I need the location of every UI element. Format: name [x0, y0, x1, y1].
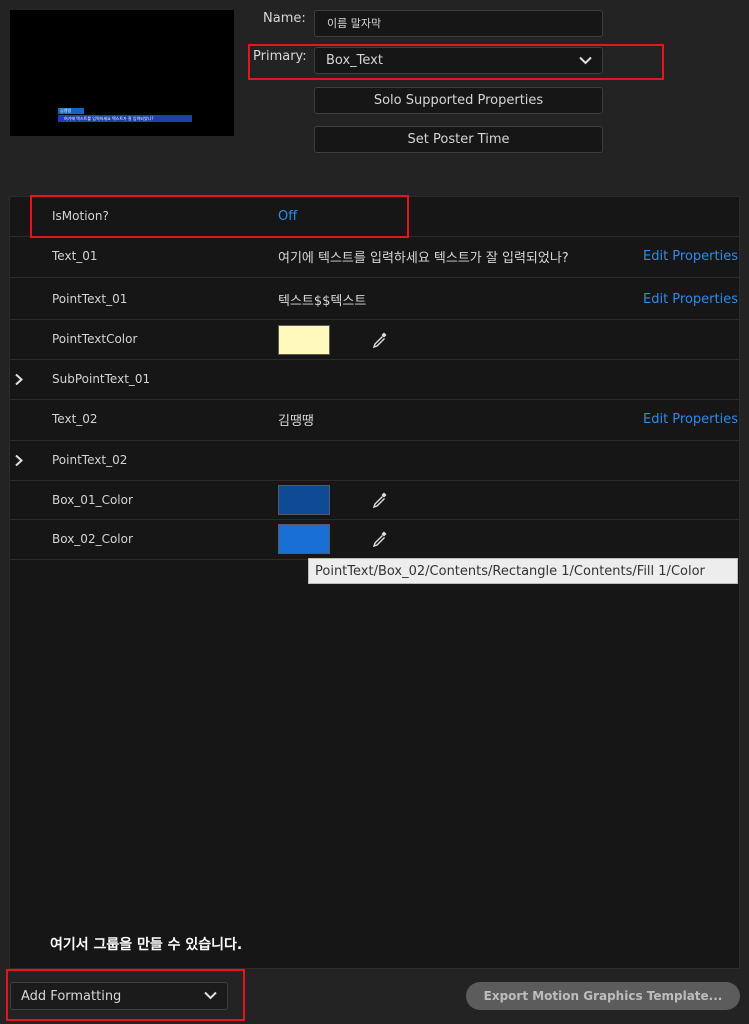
caption-preview: 김땡땡 여기에 텍스트를 입력하세요 텍스트가 잘 입력되었나? [58, 108, 192, 124]
ismotion-toggle[interactable]: Off [278, 209, 297, 224]
property-row-box-01-color: Box_01_Color [10, 481, 739, 520]
set-poster-time-button[interactable]: Set Poster Time [314, 126, 603, 153]
property-row-pointtextcolor: PointTextColor [10, 320, 739, 360]
text-02-edit-properties-link[interactable]: Edit Properties [643, 412, 738, 427]
eyedropper-icon[interactable] [372, 331, 388, 349]
property-row-pointtext-02: PointText_02 [10, 441, 739, 481]
property-row-text-01: Text_01 여기에 텍스트를 입력하세요 텍스트가 잘 입력되었나? Edi… [10, 237, 739, 278]
property-name: PointText_01 [52, 292, 128, 306]
pointtextcolor-swatch[interactable] [278, 325, 330, 355]
primary-dropdown[interactable]: Box_Text [314, 47, 603, 74]
property-row-subpointtext-01: SubPointText_01 [10, 360, 739, 400]
pointtext-01-value[interactable]: 텍스트$$텍스트 [278, 290, 366, 309]
eyedropper-icon[interactable] [372, 491, 388, 509]
text-01-edit-properties-link[interactable]: Edit Properties [643, 249, 738, 264]
property-row-ismotion: IsMotion? Off [10, 197, 739, 237]
property-name: SubPointText_01 [52, 372, 151, 386]
property-name: PointTextColor [52, 332, 138, 346]
chevron-down-icon [579, 56, 592, 65]
primary-dropdown-value: Box_Text [326, 53, 383, 68]
primary-label: Primary: [253, 49, 307, 64]
tooltip: PointText/Box_02/Contents/Rectangle 1/Co… [308, 558, 738, 584]
property-name: PointText_02 [52, 453, 128, 467]
pointtext-01-edit-properties-link[interactable]: Edit Properties [643, 292, 738, 307]
property-name: Box_01_Color [52, 493, 133, 507]
template-preview-thumbnail: 김땡땡 여기에 텍스트를 입력하세요 텍스트가 잘 입력되었나? [10, 10, 234, 136]
solo-supported-properties-button[interactable]: Solo Supported Properties [314, 87, 603, 114]
chevron-down-icon [204, 991, 217, 1000]
eyedropper-icon[interactable] [372, 530, 388, 548]
property-row-text-02: Text_02 김땡땡 Edit Properties [10, 400, 739, 441]
export-motion-graphics-template-button[interactable]: Export Motion Graphics Template... [466, 982, 740, 1010]
group-hint-text: 여기서 그룹을 만들 수 있습니다. [50, 937, 243, 953]
box-01-color-swatch[interactable] [278, 485, 330, 515]
text-02-value[interactable]: 김땡땡 [278, 410, 314, 429]
property-name: Text_01 [52, 249, 98, 263]
box-02-color-swatch[interactable] [278, 524, 330, 554]
text-01-value[interactable]: 여기에 텍스트를 입력하세요 텍스트가 잘 입력되었나? [278, 247, 569, 266]
name-label: Name: [263, 11, 306, 26]
caption-tag-preview: 김땡땡 [58, 108, 84, 114]
chevron-right-icon[interactable] [14, 373, 24, 386]
property-row-pointtext-01: PointText_01 텍스트$$텍스트 Edit Properties [10, 278, 739, 320]
add-formatting-label: Add Formatting [21, 989, 122, 1004]
name-input[interactable]: 이름 말자막 [314, 10, 603, 37]
add-formatting-dropdown[interactable]: Add Formatting [10, 982, 228, 1010]
caption-bar-preview: 여기에 텍스트를 입력하세요 텍스트가 잘 입력되었나? [58, 115, 192, 122]
property-name: Box_02_Color [52, 532, 133, 546]
chevron-right-icon[interactable] [14, 454, 24, 467]
property-row-box-02-color: Box_02_Color [10, 520, 739, 560]
property-name: IsMotion? [52, 209, 109, 223]
property-name: Text_02 [52, 412, 98, 426]
